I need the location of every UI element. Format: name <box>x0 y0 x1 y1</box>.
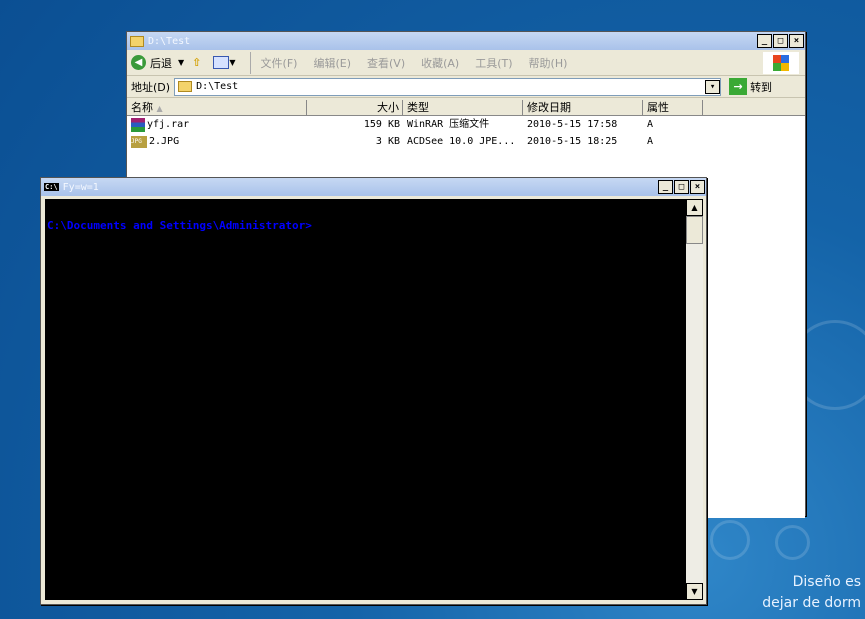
address-dropdown-button[interactable]: ▾ <box>705 79 721 94</box>
scroll-down-button[interactable]: ▼ <box>686 583 703 600</box>
file-type: WinRAR 压缩文件 <box>407 119 490 130</box>
file-modified: 2010-5-15 18:25 <box>527 136 618 147</box>
column-modified[interactable]: 修改日期 <box>523 100 643 115</box>
console-title: Fy=w=1 <box>62 181 99 193</box>
column-attributes[interactable]: 属性 <box>643 100 703 115</box>
up-folder-icon[interactable]: ⇧ <box>192 56 201 69</box>
back-arrow-icon[interactable]: ◀ <box>131 55 146 70</box>
back-button[interactable]: 后退 <box>150 55 172 71</box>
menu-tools[interactable]: 工具(T) <box>475 55 512 71</box>
file-row[interactable]: JPG 2.JPG 3 KB ACDSee 10.0 JPE... 2010-5-… <box>127 133 805 150</box>
minimize-button[interactable]: _ <box>757 34 772 48</box>
console-prompt: C:\Documents and Settings\Administrator> <box>47 219 312 232</box>
windows-logo-icon <box>763 51 799 74</box>
folder-icon <box>178 81 193 92</box>
views-dropdown-icon[interactable]: ▼ <box>229 58 235 67</box>
console-title-bar[interactable]: C:\ Fy=w=1 _ □ × <box>41 178 706 196</box>
file-modified: 2010-5-15 17:58 <box>527 119 618 130</box>
menu-favorites[interactable]: 收藏(A) <box>421 55 459 71</box>
go-button[interactable]: 转到 <box>750 79 772 95</box>
maximize-button[interactable]: □ <box>674 180 689 194</box>
rar-icon <box>131 117 145 132</box>
go-arrow-icon[interactable]: → <box>729 78 748 95</box>
console-output[interactable]: C:\Documents and Settings\Administrator> <box>45 199 686 600</box>
close-button[interactable]: × <box>690 180 705 194</box>
toolbar: ◀ 后退 ▼ ⇧ ▼ 文件(F) 编辑(E) 查看(V) 收藏(A) 工具(T)… <box>127 50 805 76</box>
scroll-up-button[interactable]: ▲ <box>686 199 703 216</box>
menu-file[interactable]: 文件(F) <box>261 55 298 71</box>
column-type[interactable]: 类型 <box>403 100 523 115</box>
column-size[interactable]: 大小 <box>307 100 403 115</box>
window-title: D:\Test <box>148 35 191 47</box>
menu-help[interactable]: 帮助(H) <box>529 55 568 71</box>
wallpaper-swirl <box>775 525 810 560</box>
file-attributes: A <box>647 119 654 130</box>
explorer-title-bar[interactable]: D:\Test _ □ × <box>127 32 805 50</box>
minimize-button[interactable]: _ <box>658 180 673 194</box>
maximize-button[interactable]: □ <box>773 34 788 48</box>
wallpaper-swirl <box>710 520 750 560</box>
file-list-header: 名称 ▲ 大小 类型 修改日期 属性 <box>127 100 805 116</box>
views-icon[interactable] <box>213 56 230 69</box>
file-name: yfj.rar <box>147 119 190 130</box>
wallpaper-text-2: dejar de dorm <box>762 595 861 611</box>
address-label: 地址(D) <box>131 80 171 94</box>
address-bar: 地址(D) D:\Test ▾ → 转到 <box>127 76 805 98</box>
address-value: D:\Test <box>196 81 239 92</box>
wallpaper-text-1: Diseño es <box>792 574 861 590</box>
file-name: 2.JPG <box>149 136 180 147</box>
scroll-thumb[interactable] <box>686 216 703 244</box>
close-button[interactable]: × <box>789 34 804 48</box>
jpg-icon: JPG <box>131 135 147 148</box>
column-name[interactable]: 名称 ▲ <box>127 100 307 115</box>
back-dropdown-icon[interactable]: ▼ <box>178 58 184 67</box>
menu-view[interactable]: 查看(V) <box>367 55 405 71</box>
file-row[interactable]: yfj.rar 159 KB WinRAR 压缩文件 2010-5-15 17:… <box>127 116 805 133</box>
file-type: ACDSee 10.0 JPE... <box>407 136 516 147</box>
folder-icon <box>130 35 144 47</box>
file-attributes: A <box>647 136 654 147</box>
menu-edit[interactable]: 编辑(E) <box>313 55 351 71</box>
console-scrollbar[interactable]: ▲ ▼ <box>686 199 703 600</box>
file-size: 3 KB <box>375 136 400 147</box>
file-size: 159 KB <box>363 119 400 130</box>
console-window: C:\ Fy=w=1 _ □ × C:\Documents and Settings… <box>40 177 707 605</box>
console-icon: C:\ <box>44 183 59 191</box>
address-input[interactable]: D:\Test ▾ <box>174 77 722 96</box>
